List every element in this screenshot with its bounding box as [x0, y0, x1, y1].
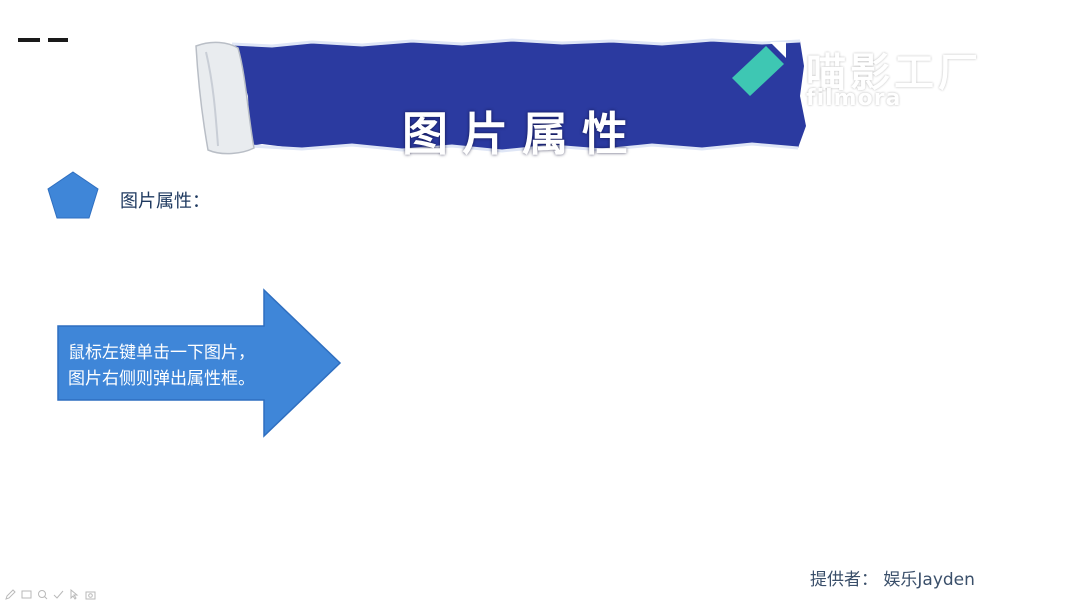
slide-canvas: 图片属性 喵影工厂 filmora 图片属性： 鼠标左键单击一下图片， 图片右侧… [0, 0, 1080, 608]
banner-title: 图片属性 [402, 107, 642, 161]
arrow-text-line-1: 鼠标左键单击一下图片， [68, 343, 255, 363]
credit-text: 提供者： 娱乐Jayden [810, 570, 975, 590]
filmora-logo-icon [732, 42, 786, 96]
arrow-callout-text: 鼠标左键单击一下图片， 图片右侧则弹出属性框。 [68, 340, 308, 392]
watermark-sub: filmora [806, 86, 902, 111]
pen-icon[interactable] [4, 588, 16, 600]
corner-decoration [18, 38, 78, 48]
zoom-icon[interactable] [36, 588, 48, 600]
bullet-label: 图片属性： [120, 191, 210, 212]
pointer-icon[interactable] [68, 588, 80, 600]
camera-icon[interactable] [84, 588, 96, 600]
title-banner: 图片属性 [192, 36, 812, 161]
filmora-watermark: 喵影工厂 filmora [726, 22, 1016, 112]
slides-icon[interactable] [20, 588, 32, 600]
arrow-text-line-2: 图片右侧则弹出属性框。 [68, 369, 255, 389]
pentagon-bullet-icon [47, 171, 99, 219]
presenter-toolbar [4, 588, 96, 600]
check-icon[interactable] [52, 588, 64, 600]
